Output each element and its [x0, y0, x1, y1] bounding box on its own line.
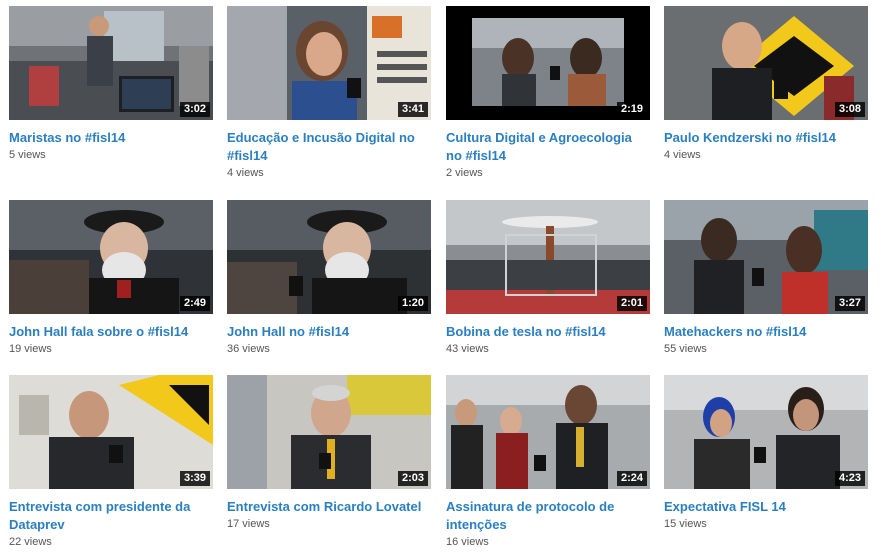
- video-title-link[interactable]: John Hall fala sobre o #fisl14: [9, 323, 213, 341]
- duration-badge: 3:27: [834, 296, 865, 311]
- view-count: 22 views: [9, 536, 52, 548]
- video-title-link[interactable]: Assinatura de protocolo de intenções: [446, 498, 650, 534]
- video-thumbnail[interactable]: 3:27: [664, 200, 868, 314]
- duration-badge: 3:02: [179, 102, 210, 117]
- video-card[interactable]: 3:39 Entrevista com presidente da Datapr…: [9, 375, 215, 549]
- video-card[interactable]: 3:02 Maristas no #fisl14 5 views: [9, 6, 215, 162]
- video-thumbnail[interactable]: 2:01: [446, 200, 650, 314]
- video-card[interactable]: 3:41 Educação e Incusão Digital no #fisl…: [227, 6, 433, 180]
- video-thumbnail[interactable]: 4:23: [664, 375, 868, 489]
- video-thumbnail[interactable]: 2:24: [446, 375, 650, 489]
- duration-badge: 3:39: [179, 471, 210, 486]
- view-count: 15 views: [664, 518, 707, 530]
- duration-badge: 1:20: [397, 296, 428, 311]
- video-title-link[interactable]: Bobina de tesla no #fisl14: [446, 323, 650, 341]
- view-count: 5 views: [9, 149, 46, 161]
- duration-badge: 2:03: [397, 471, 428, 486]
- video-grid: 3:02 Maristas no #fisl14 5 views 3:41 Ed…: [0, 0, 891, 559]
- video-card[interactable]: 3:08 Paulo Kendzerski no #fisl14 4 views: [664, 6, 870, 162]
- video-thumbnail[interactable]: 3:39: [9, 375, 213, 489]
- video-card[interactable]: 4:23 Expectativa FISL 14 15 views: [664, 375, 870, 531]
- duration-badge: 4:23: [834, 471, 865, 486]
- view-count: 17 views: [227, 518, 270, 530]
- view-count: 43 views: [446, 343, 489, 355]
- view-count: 4 views: [664, 149, 701, 161]
- video-title-link[interactable]: Entrevista com Ricardo Lovatel: [227, 498, 431, 516]
- video-thumbnail[interactable]: 2:19: [446, 6, 650, 120]
- video-title-link[interactable]: Paulo Kendzerski no #fisl14: [664, 129, 868, 147]
- duration-badge: 3:41: [397, 102, 428, 117]
- view-count: 55 views: [664, 343, 707, 355]
- duration-badge: 2:49: [179, 296, 210, 311]
- video-title-link[interactable]: Expectativa FISL 14: [664, 498, 868, 516]
- video-card[interactable]: 2:03 Entrevista com Ricardo Lovatel 17 v…: [227, 375, 433, 531]
- video-title-link[interactable]: Matehackers no #fisl14: [664, 323, 868, 341]
- view-count: 36 views: [227, 343, 270, 355]
- view-count: 4 views: [227, 167, 264, 179]
- video-thumbnail[interactable]: 3:08: [664, 6, 868, 120]
- video-thumbnail[interactable]: 3:41: [227, 6, 431, 120]
- video-title-link[interactable]: Entrevista com presidente da Dataprev: [9, 498, 213, 534]
- video-card[interactable]: 2:49 John Hall fala sobre o #fisl14 19 v…: [9, 200, 215, 356]
- video-thumbnail[interactable]: 2:49: [9, 200, 213, 314]
- duration-badge: 2:01: [616, 296, 647, 311]
- video-card[interactable]: 2:24 Assinatura de protocolo de intençõe…: [446, 375, 652, 549]
- duration-badge: 2:19: [616, 102, 647, 117]
- view-count: 16 views: [446, 536, 489, 548]
- view-count: 19 views: [9, 343, 52, 355]
- video-title-link[interactable]: John Hall no #fisl14: [227, 323, 431, 341]
- video-thumbnail[interactable]: 3:02: [9, 6, 213, 120]
- video-card[interactable]: 2:01 Bobina de tesla no #fisl14 43 views: [446, 200, 652, 356]
- video-title-link[interactable]: Maristas no #fisl14: [9, 129, 213, 147]
- video-thumbnail[interactable]: 2:03: [227, 375, 431, 489]
- video-card[interactable]: 2:19 Cultura Digital e Agroecologia no #…: [446, 6, 652, 180]
- view-count: 2 views: [446, 167, 483, 179]
- duration-badge: 2:24: [616, 471, 647, 486]
- video-title-link[interactable]: Cultura Digital e Agroecologia no #fisl1…: [446, 129, 650, 165]
- video-thumbnail[interactable]: 1:20: [227, 200, 431, 314]
- video-title-link[interactable]: Educação e Incusão Digital no #fisl14: [227, 129, 431, 165]
- duration-badge: 3:08: [834, 102, 865, 117]
- video-card[interactable]: 1:20 John Hall no #fisl14 36 views: [227, 200, 433, 356]
- video-card[interactable]: 3:27 Matehackers no #fisl14 55 views: [664, 200, 870, 356]
